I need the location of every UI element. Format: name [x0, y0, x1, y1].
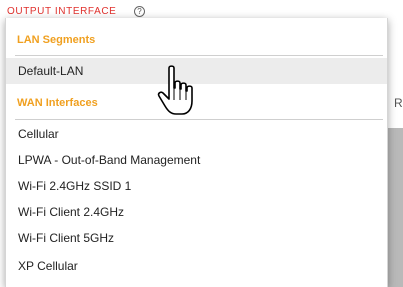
group-divider [15, 55, 383, 56]
group-divider [15, 119, 383, 120]
question-circle-icon[interactable]: ? [134, 6, 145, 17]
output-interface-dropdown[interactable]: LAN Segments Default-LAN WAN Interfaces … [5, 18, 388, 287]
output-interface-label: OUTPUT INTERFACE [7, 6, 117, 17]
option-wifi-client-24ghz[interactable]: Wi-Fi Client 2.4GHz [6, 199, 387, 225]
background-text-fragment: R [394, 96, 403, 110]
option-cellular[interactable]: Cellular [6, 121, 387, 147]
group-header-wan-interfaces: WAN Interfaces [17, 97, 98, 109]
group-header-lan-segments: LAN Segments [17, 34, 96, 46]
option-lpwa-oob-management[interactable]: LPWA - Out-of-Band Management [6, 147, 387, 173]
option-wifi-24ghz-ssid-1[interactable]: Wi-Fi 2.4GHz SSID 1 [6, 173, 387, 199]
option-xp-cellular[interactable]: XP Cellular [6, 253, 387, 279]
hand-pointer-icon [157, 65, 193, 115]
option-wifi-client-5ghz[interactable]: Wi-Fi Client 5GHz [6, 225, 387, 251]
background-panel: R [388, 0, 403, 287]
